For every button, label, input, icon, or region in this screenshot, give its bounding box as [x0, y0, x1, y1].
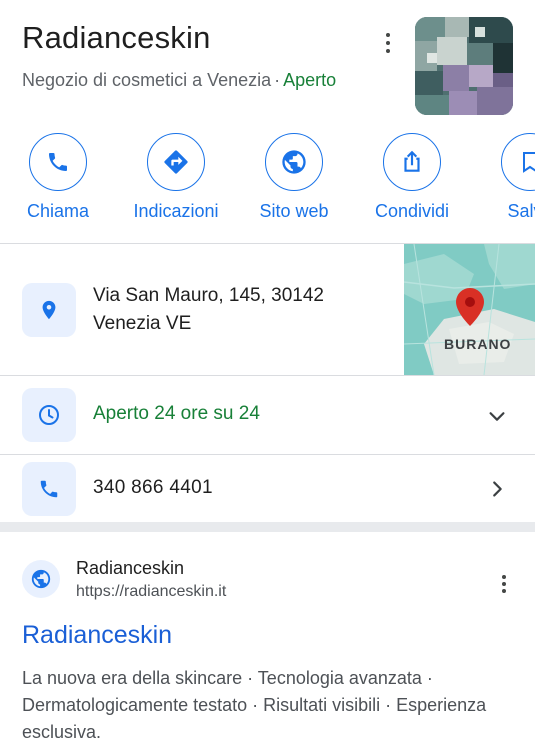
- result-site-name: Radianceskin: [76, 558, 185, 578]
- phone-icon: [29, 133, 87, 191]
- place-header: Radianceskin Negozio di cosmetici a Vene…: [22, 17, 535, 118]
- website-button[interactable]: Sito web: [234, 133, 354, 222]
- place-photo[interactable]: [415, 17, 513, 115]
- more-options-icon[interactable]: [494, 573, 514, 595]
- divider: [0, 375, 535, 376]
- divider: [0, 454, 535, 455]
- save-button[interactable]: Salva: [470, 133, 535, 222]
- result-title-link[interactable]: Radianceskin: [22, 621, 172, 650]
- call-button[interactable]: Chiama: [0, 133, 118, 222]
- more-options-icon[interactable]: [377, 28, 399, 58]
- directions-icon: [147, 133, 205, 191]
- call-label: Chiama: [26, 201, 90, 221]
- place-title: Radianceskin: [22, 20, 211, 55]
- clock-icon: [22, 388, 76, 442]
- map-label: BURANO: [444, 336, 512, 352]
- directions-button[interactable]: Indicazioni: [116, 133, 236, 222]
- result-url[interactable]: https://radianceskin.it: [76, 583, 226, 601]
- directions-label: Indicazioni: [133, 201, 219, 221]
- share-icon: [383, 133, 441, 191]
- chevron-right-icon[interactable]: [486, 478, 508, 505]
- share-label: Condividi: [374, 201, 450, 221]
- chevron-down-icon[interactable]: [486, 405, 508, 432]
- hours-text: Aperto 24 ore su 24: [93, 403, 260, 424]
- address-text: Via San Mauro, 145, 30142 Venezia VE: [93, 282, 324, 338]
- website-label: Sito web: [259, 201, 329, 221]
- bookmark-icon: [501, 133, 535, 191]
- open-status: Aperto: [283, 70, 337, 90]
- map-marker-icon: [456, 288, 484, 331]
- address-line-1: Via San Mauro, 145, 30142: [93, 285, 324, 306]
- globe-icon: [265, 133, 323, 191]
- phone-icon: [22, 462, 76, 516]
- globe-icon: [22, 560, 60, 598]
- place-category: Negozio di cosmetici a Venezia: [22, 70, 272, 90]
- action-bar: Chiama Indicazioni Sito web Condividi Sa…: [0, 133, 535, 233]
- section-separator: [0, 522, 535, 532]
- subtitle-separator: ·: [274, 70, 281, 90]
- map-thumbnail[interactable]: BURANO: [404, 244, 535, 375]
- phone-number: 340 866 4401: [93, 477, 213, 498]
- location-pin-icon: [22, 283, 76, 337]
- place-subtitle: Negozio di cosmetici a Venezia · Aperto: [22, 70, 336, 91]
- save-label: Salva: [507, 201, 535, 221]
- address-line-2: Venezia VE: [93, 313, 192, 334]
- share-button[interactable]: Condividi: [352, 133, 472, 222]
- result-snippet: La nuova era della skincare · Tecnologia…: [22, 668, 487, 742]
